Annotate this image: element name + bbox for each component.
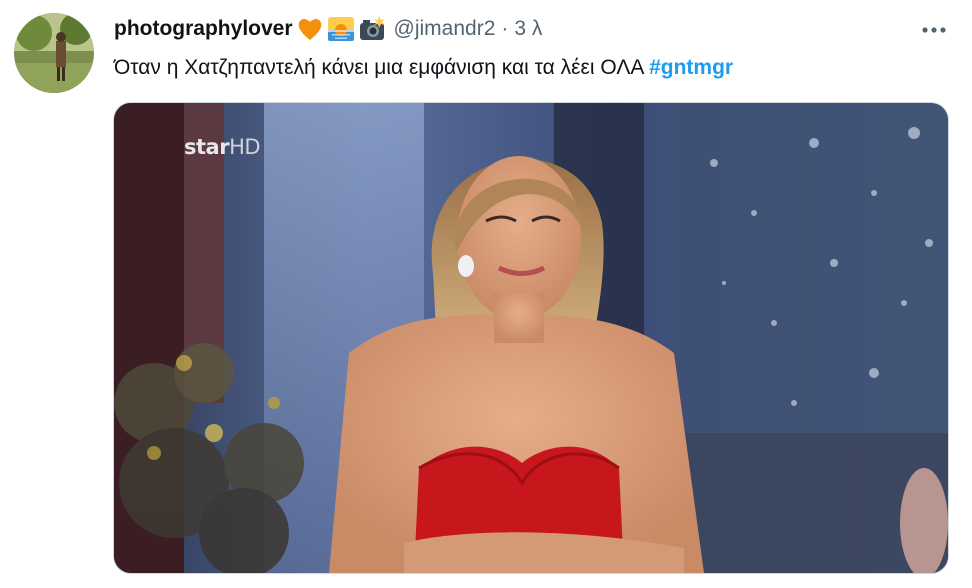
tweet-body: Όταν η Χατζηπαντελή κάνει μια εμφάνιση κ… — [114, 56, 644, 79]
tweet-media-image[interactable]: starHD — [113, 102, 949, 574]
orange-heart-icon — [296, 15, 324, 43]
hashtag-link[interactable]: #gntmgr — [649, 56, 733, 79]
channel-logo: starHD — [184, 135, 261, 159]
avatar[interactable] — [14, 13, 94, 93]
more-dots-icon[interactable] — [918, 16, 950, 44]
tweet-header: photographylover @jimandr2 · 3 λ — [114, 14, 542, 44]
avatar-photo — [14, 13, 94, 93]
display-name[interactable]: photographylover — [114, 17, 293, 41]
camera-flash-icon — [358, 15, 386, 43]
tv-still-image — [114, 103, 948, 573]
sunrise-icon — [327, 15, 355, 43]
tweet-timestamp[interactable]: 3 λ — [514, 17, 542, 41]
user-handle[interactable]: @jimandr2 — [394, 17, 496, 41]
separator-dot: · — [501, 17, 509, 40]
tweet-text: Όταν η Χατζηπαντελή κάνει μια εμφάνιση κ… — [114, 54, 733, 82]
